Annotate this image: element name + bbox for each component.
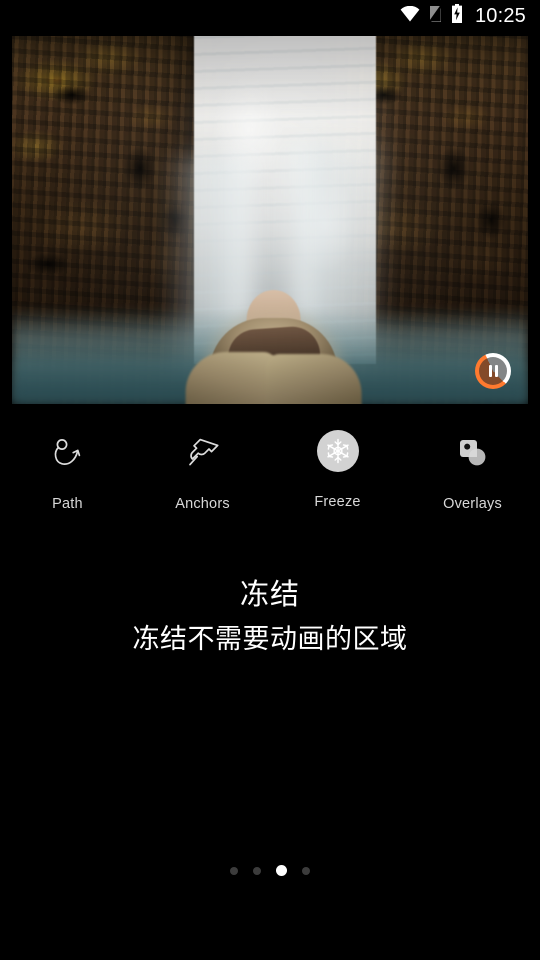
- snowflake-icon: [316, 430, 359, 472]
- pushpin-icon: [180, 430, 226, 476]
- pause-icon: [479, 357, 507, 385]
- tool-freeze-label: Freeze: [314, 494, 361, 510]
- page-dot-4[interactable]: [302, 866, 310, 875]
- page-dot-1[interactable]: [230, 866, 238, 875]
- pause-bar-right: [494, 365, 498, 377]
- caption-title: 冻结: [239, 579, 300, 611]
- wifi-icon: [400, 5, 420, 27]
- tool-overlays[interactable]: Overlays: [405, 430, 540, 512]
- overlays-icon: [450, 430, 496, 476]
- tool-anchors-label: Anchors: [175, 496, 230, 512]
- tool-overlays-label: Overlays: [443, 496, 502, 512]
- no-sim-icon: [428, 4, 443, 28]
- page-dot-3[interactable]: [276, 865, 287, 876]
- tool-path-label: Path: [52, 496, 83, 512]
- status-bar: 10:25: [0, 0, 540, 32]
- video-preview[interactable]: [12, 36, 528, 404]
- page-dot-2[interactable]: [253, 866, 261, 875]
- tool-row: Path Anchors Freeze Overlays: [0, 430, 540, 512]
- battery-charging-icon: [451, 4, 463, 28]
- status-bar-clock: 10:25: [474, 5, 526, 27]
- tool-freeze[interactable]: Freeze: [270, 430, 405, 510]
- app-root: 10:25 Path Anchors Freeze Overlays 冻结 冻结…: [0, 0, 540, 960]
- pause-bar-left: [488, 365, 492, 377]
- tool-anchors[interactable]: Anchors: [135, 430, 270, 512]
- tool-path[interactable]: Path: [0, 430, 135, 512]
- page-indicator: [0, 865, 540, 876]
- video-frame: [12, 36, 528, 404]
- pause-button[interactable]: [475, 353, 511, 389]
- motion-path-icon: [45, 430, 91, 476]
- caption-block: 冻结 冻结不需要动画的区域: [0, 575, 540, 661]
- caption-subtitle: 冻结不需要动画的区域: [132, 624, 408, 654]
- video-color-grade: [12, 36, 528, 404]
